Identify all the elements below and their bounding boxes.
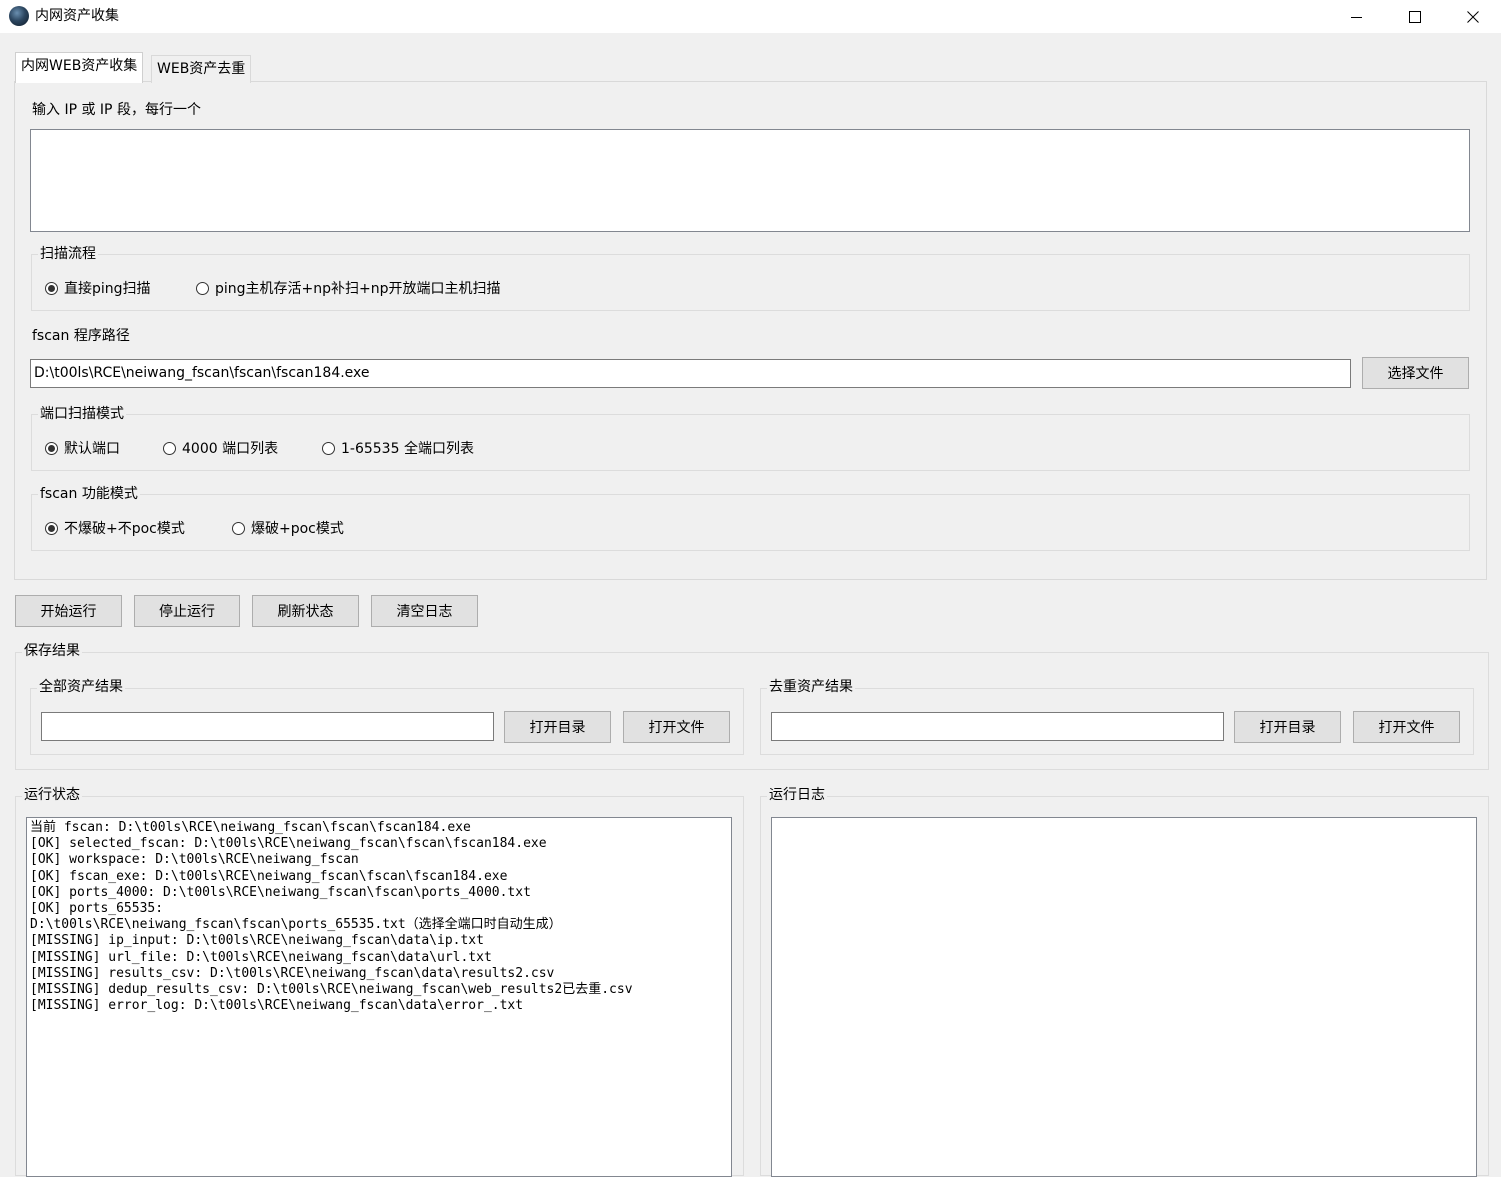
radio-checked-icon [45, 281, 58, 295]
tab-web-dedup[interactable]: WEB资产去重 [151, 55, 252, 83]
run-log-textarea[interactable] [771, 817, 1477, 1177]
all-results-open-dir-button[interactable]: 打开目录 [504, 711, 611, 743]
minimize-icon [1351, 16, 1362, 18]
radio-unchecked-icon [232, 521, 245, 535]
scan-flow-title: 扫描流程 [38, 245, 98, 263]
dedup-results-path-input[interactable] [771, 712, 1224, 741]
close-button[interactable] [1444, 0, 1501, 33]
dedup-results-open-dir-button[interactable]: 打开目录 [1234, 711, 1341, 743]
radio-checked-icon [45, 441, 58, 455]
fscan-path-input[interactable]: D:\t00ls\RCE\neiwang_fscan\fscan\fscan18… [30, 359, 1351, 388]
start-button[interactable]: 开始运行 [15, 595, 122, 627]
refresh-button[interactable]: 刷新状态 [252, 595, 359, 627]
func-mode-title: fscan 功能模式 [38, 485, 140, 503]
radio-unchecked-icon [163, 441, 176, 455]
fscan-path-label: fscan 程序路径 [32, 328, 130, 344]
radio-direct-ping[interactable]: 直接ping扫描 [45, 278, 151, 298]
select-file-button[interactable]: 选择文件 [1362, 357, 1469, 389]
close-icon [1467, 10, 1479, 23]
all-results-path-input[interactable] [41, 712, 494, 741]
radio-ping-np-scan[interactable]: ping主机存活+np补扫+np开放端口主机扫描 [196, 278, 501, 298]
dedup-results-open-file-button[interactable]: 打开文件 [1353, 711, 1460, 743]
minimize-button[interactable] [1328, 0, 1386, 33]
app-icon [9, 6, 29, 26]
tab-intranet-web-collect[interactable]: 内网WEB资产收集 [15, 52, 144, 83]
all-results-open-file-button[interactable]: 打开文件 [623, 711, 730, 743]
maximize-icon [1409, 10, 1421, 23]
maximize-button[interactable] [1386, 0, 1444, 33]
radio-brute-poc[interactable]: 爆破+poc模式 [232, 518, 344, 538]
run-status-title: 运行状态 [22, 786, 82, 804]
run-status-textarea[interactable]: 当前 fscan: D:\t00ls\RCE\neiwang_fscan\fsc… [26, 817, 732, 1177]
port-mode-title: 端口扫描模式 [38, 405, 126, 423]
title-bar: 内网资产收集 [0, 0, 1501, 33]
radio-no-brute-no-poc[interactable]: 不爆破+不poc模式 [45, 518, 185, 538]
ip-input-textarea[interactable] [30, 129, 1470, 232]
radio-unchecked-icon [196, 281, 209, 295]
stop-button[interactable]: 停止运行 [134, 595, 240, 627]
save-results-title: 保存结果 [22, 642, 82, 660]
radio-full-ports[interactable]: 1-65535 全端口列表 [322, 438, 474, 458]
dedup-results-title: 去重资产结果 [767, 678, 855, 696]
ip-input-label: 输入 IP 或 IP 段，每行一个 [32, 102, 201, 118]
all-results-title: 全部资产结果 [37, 678, 125, 696]
radio-default-ports[interactable]: 默认端口 [45, 438, 120, 458]
run-log-title: 运行日志 [767, 786, 827, 804]
clear-log-button[interactable]: 清空日志 [371, 595, 478, 627]
radio-4000-ports[interactable]: 4000 端口列表 [163, 438, 278, 458]
radio-unchecked-icon [322, 441, 335, 455]
radio-checked-icon [45, 521, 58, 535]
window-title: 内网资产收集 [35, 8, 119, 24]
